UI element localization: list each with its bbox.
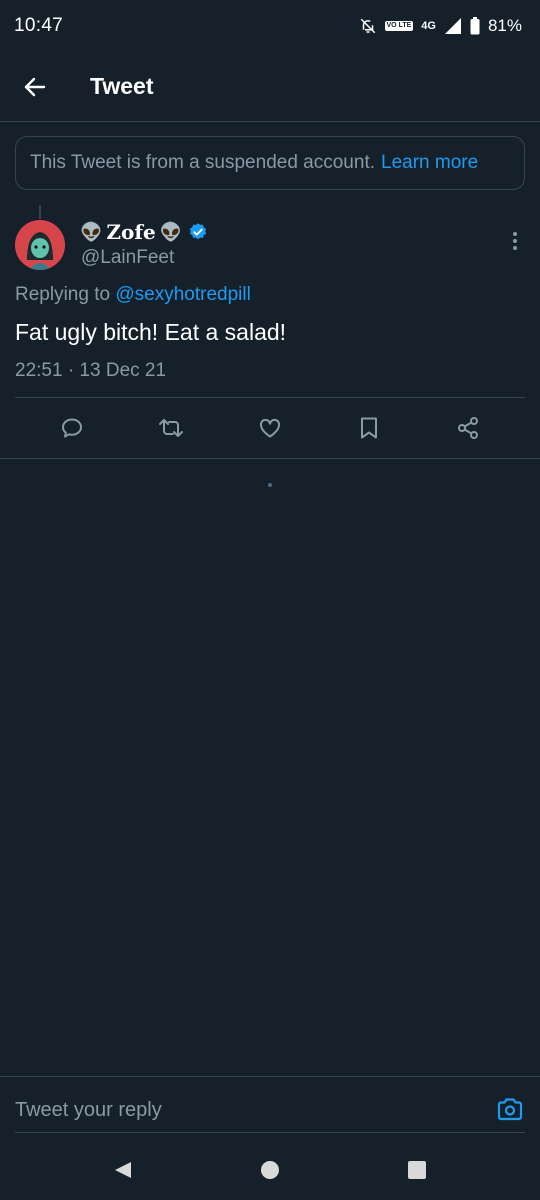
network-4g-icon: 4G (421, 20, 436, 32)
loading-indicator (268, 483, 272, 487)
learn-more-link[interactable]: Learn more (381, 152, 478, 174)
tweet-text: Fat ugly bitch! Eat a salad! (15, 319, 287, 345)
suspended-account-banner: This Tweet is from a suspended account. … (15, 136, 525, 190)
status-time: 10:47 (14, 15, 64, 36)
nav-back-button[interactable] (98, 1145, 148, 1195)
alien-emoji-icon: 👽 (80, 222, 103, 242)
bookmark-icon (361, 417, 378, 439)
tweet-screen: 10:47 VO LTE 4G 81% Tweet This Tweet is … (0, 0, 540, 1200)
camera-button[interactable] (495, 1094, 525, 1124)
share-icon (458, 417, 479, 439)
arrow-left-icon (24, 77, 46, 96)
nav-recents-button[interactable] (392, 1145, 442, 1195)
user-handle[interactable]: @LainFeet (81, 247, 174, 269)
avatar-illustration-icon (15, 220, 65, 270)
back-button[interactable] (0, 52, 70, 122)
alien-emoji-icon: 👽 (159, 222, 183, 242)
verified-badge-icon (188, 222, 208, 242)
battery-icon (470, 17, 480, 35)
like-icon (259, 418, 280, 438)
page-title: Tweet (90, 73, 154, 99)
retweet-icon (158, 419, 183, 437)
share-button[interactable] (448, 408, 488, 448)
camera-icon (497, 1098, 523, 1121)
volte-icon: VO LTE (384, 21, 414, 31)
notifications-off-icon (359, 17, 377, 35)
retweet-button[interactable] (151, 408, 191, 448)
more-options-icon[interactable] (505, 228, 525, 254)
network-label: 4G (421, 20, 436, 32)
thread-connector-line (39, 205, 41, 219)
tweet-actions-bar (0, 398, 540, 458)
status-bar: 10:47 VO LTE 4G 81% (0, 0, 540, 52)
reply-icon (61, 418, 82, 438)
signal-icon (444, 17, 462, 35)
reply-button[interactable] (52, 408, 92, 448)
author-row[interactable]: 👽 Zofe 👽 (80, 220, 208, 244)
divider (0, 458, 540, 459)
back-triangle-icon (115, 1162, 132, 1178)
replying-to-line: Replying to @sexyhotredpill (15, 284, 251, 306)
home-circle-icon (260, 1161, 279, 1179)
replying-to-handle[interactable]: @sexyhotredpill (115, 284, 250, 305)
nav-home-button[interactable] (245, 1145, 295, 1195)
reply-input-underline (15, 1132, 525, 1133)
system-nav-bar (0, 1140, 540, 1200)
replying-prefix: Replying to (15, 284, 111, 305)
display-name: Zofe (106, 220, 156, 244)
like-button[interactable] (250, 408, 290, 448)
app-header: Tweet (0, 52, 540, 122)
status-icons: VO LTE 4G 81% (359, 16, 522, 36)
tweet-timestamp: 22:51 · 13 Dec 21 (15, 360, 167, 381)
divider (0, 1076, 540, 1077)
battery-percent: 81% (487, 16, 522, 35)
banner-text: This Tweet is from a suspended account. (30, 152, 375, 173)
reply-input[interactable]: Tweet your reply (15, 1090, 475, 1130)
bookmark-button[interactable] (349, 408, 389, 448)
avatar[interactable] (15, 220, 65, 270)
recents-square-icon (407, 1161, 426, 1179)
